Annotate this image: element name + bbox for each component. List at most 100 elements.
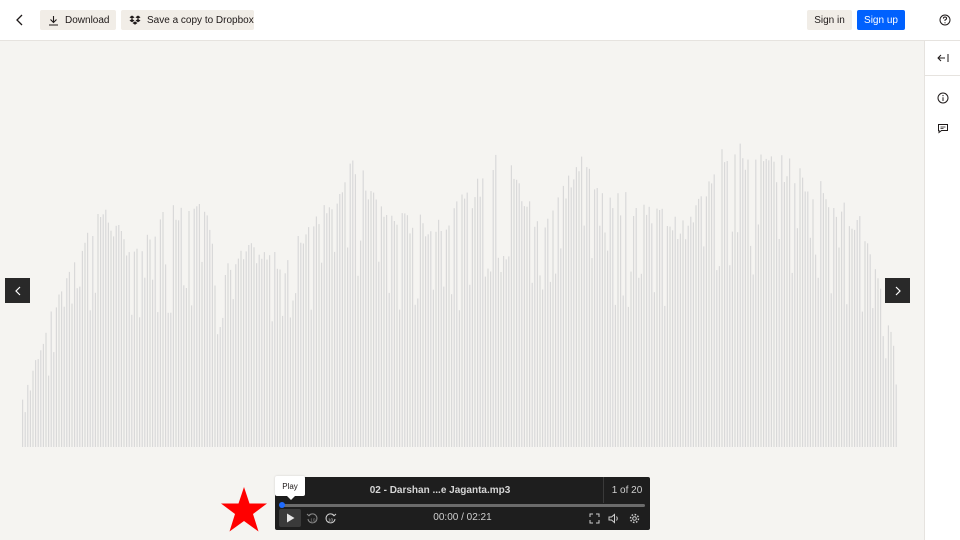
info-button[interactable] <box>934 89 952 107</box>
progress-knob[interactable] <box>279 502 285 508</box>
comments-button[interactable] <box>934 119 952 137</box>
waveform-bar <box>698 198 700 447</box>
waveform-bar <box>427 234 429 447</box>
waveform-bar <box>42 343 44 447</box>
waveform-bar <box>300 242 302 447</box>
waveform-bar <box>110 230 112 447</box>
waveform-bar <box>279 269 281 447</box>
waveform-bar <box>375 199 377 447</box>
audio-player: 02 - Darshan ...e Jaganta.mp3 1 of 20 10… <box>275 477 650 530</box>
waveform-bar <box>373 192 375 447</box>
waveform-bar <box>791 272 793 447</box>
waveform-bar <box>113 236 115 447</box>
waveform-bar <box>185 288 187 447</box>
progress-bar[interactable] <box>279 502 645 508</box>
waveform-bar <box>131 314 133 447</box>
comment-icon <box>938 123 948 134</box>
waveform-bar <box>711 183 713 447</box>
waveform-bar <box>854 229 856 447</box>
waveform-bar <box>341 192 343 447</box>
track-count-label: 1 of 20 <box>611 484 643 496</box>
download-icon <box>49 15 58 26</box>
waveform-bar <box>755 159 757 447</box>
waveform-bar <box>505 259 507 447</box>
waveform-bar <box>315 216 317 447</box>
waveform-bar <box>102 214 104 447</box>
waveform-bar <box>123 239 125 447</box>
waveform-bar <box>497 257 499 447</box>
next-file-button[interactable] <box>885 278 910 303</box>
forward-10-button[interactable]: 10 <box>323 510 337 526</box>
sign-up-button[interactable]: Sign up <box>857 10 905 30</box>
volume-button[interactable] <box>607 510 621 526</box>
waveform-bar <box>217 334 219 447</box>
waveform-bar <box>328 207 330 447</box>
waveform-bar <box>191 305 193 447</box>
waveform-bar <box>877 278 879 447</box>
download-button[interactable]: Download <box>40 10 116 30</box>
waveform-bar <box>391 215 393 447</box>
waveform-bar <box>178 220 180 447</box>
waveform-bar <box>882 336 884 447</box>
waveform-bar <box>243 259 245 447</box>
waveform-bar <box>258 254 260 447</box>
waveform-bar <box>713 174 715 447</box>
collapse-panel-button[interactable] <box>934 49 952 67</box>
waveform-bar <box>612 208 614 447</box>
waveform-bar <box>565 198 567 447</box>
chevron-right-icon <box>895 286 901 295</box>
waveform-bar <box>380 206 382 447</box>
collapse-panel-icon <box>937 54 949 62</box>
waveform-bar <box>786 176 788 447</box>
waveform-bar <box>643 204 645 447</box>
help-button[interactable] <box>935 10 955 30</box>
waveform-bar <box>783 182 785 447</box>
waveform-bar <box>799 168 801 448</box>
waveform-bar <box>703 246 705 447</box>
waveform-bar <box>861 311 863 447</box>
settings-button[interactable] <box>627 510 641 526</box>
waveform-bar <box>162 212 164 447</box>
waveform-bar <box>461 194 463 447</box>
waveform-bar <box>94 292 96 447</box>
waveform-bar <box>289 317 291 447</box>
waveform-bar <box>570 187 572 447</box>
waveform-bar <box>484 276 486 447</box>
waveform-bar <box>435 231 437 447</box>
waveform-bar <box>115 225 117 447</box>
save-to-dropbox-button[interactable]: Save a copy to Dropbox <box>121 10 254 30</box>
waveform-bar <box>760 154 762 447</box>
back-button[interactable] <box>8 9 32 31</box>
waveform-bar <box>726 161 728 447</box>
waveform-bar <box>859 216 861 447</box>
waveform-bar <box>84 242 86 447</box>
previous-file-button[interactable] <box>5 278 30 303</box>
waveform-bar <box>438 219 440 447</box>
waveform-bar <box>344 182 346 448</box>
waveform-bar <box>183 285 185 447</box>
fullscreen-button[interactable] <box>587 510 601 526</box>
waveform-bar <box>635 208 637 447</box>
rewind-10-button[interactable]: 10 <box>305 510 319 526</box>
waveform-bar <box>79 286 81 447</box>
waveform-bar <box>734 154 736 447</box>
waveform-bar <box>562 185 564 447</box>
waveform-bar <box>120 231 122 447</box>
waveform-bar <box>336 203 338 447</box>
waveform-bar <box>219 327 221 447</box>
waveform-bar <box>253 247 255 447</box>
waveform-bar <box>575 167 577 447</box>
waveform-bar <box>677 239 679 447</box>
waveform-bar <box>763 161 765 447</box>
waveform-bar <box>71 303 73 447</box>
waveform-bar <box>812 199 814 447</box>
waveform-bar <box>544 227 546 447</box>
waveform-bar <box>367 199 369 447</box>
waveform-bar <box>802 177 804 447</box>
play-button[interactable] <box>279 509 301 527</box>
waveform-bar <box>97 214 99 447</box>
waveform-bar <box>817 277 819 447</box>
waveform-bar <box>851 228 853 447</box>
sign-in-button[interactable]: Sign in <box>807 10 852 30</box>
waveform-bar <box>118 225 120 447</box>
